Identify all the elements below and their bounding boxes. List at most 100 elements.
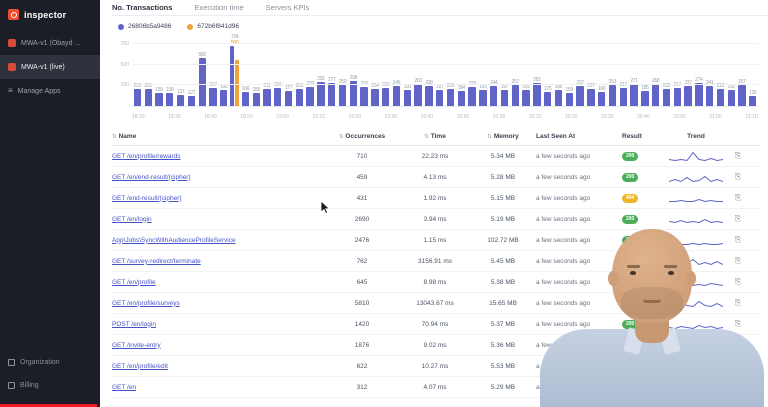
trend-sparkline [669, 365, 723, 370]
bar-26806b5a9486 [479, 90, 487, 106]
bar-26806b5a9486 [716, 89, 725, 106]
legend-26806b5a9486[interactable]: 26806b5a9486 [118, 23, 171, 30]
bar-26806b5a9486 [274, 88, 282, 106]
row-details-icon[interactable]: ⎘ [735, 319, 741, 328]
result-badge: 200 [622, 298, 639, 308]
row-details-icon[interactable]: ⎘ [735, 277, 741, 286]
row-details-icon[interactable]: ⎘ [735, 214, 741, 223]
table-row: GET /end-result/{cipher} 431 1.92 ms 5.15 M… [112, 188, 760, 209]
tab-servers-kpis[interactable]: Servers KPIs [266, 3, 310, 12]
transaction-link[interactable]: GET /en/profile/edit [112, 363, 168, 370]
trend-sparkline [669, 218, 723, 223]
row-details-icon[interactable]: ⎘ [735, 256, 741, 265]
bar-26806b5a9486 [220, 90, 228, 106]
sidebar-item-organization[interactable]: Organization [0, 351, 100, 374]
transaction-link[interactable]: GET /survey-redirect/terminate [112, 258, 201, 265]
mouse-cursor-icon [320, 200, 331, 215]
chart-x-axis: 18:20 18:30 18:40 18:50 19:00 19:10 19:20 19:30… [132, 114, 758, 120]
bar-slot: 201 [143, 40, 154, 106]
transaction-link[interactable]: POST /en/login [112, 321, 156, 328]
x-axis-tick-label: 21:00 [709, 114, 722, 120]
transaction-link[interactable]: GET /en/profile [112, 279, 156, 286]
transaction-link[interactable]: GET /en/profile/surveys [112, 300, 180, 307]
bar-slot: 217 [672, 40, 683, 106]
bar-slot: 196 [553, 40, 564, 106]
x-axis-tick-label: 19:10 [312, 114, 325, 120]
column-header-memory[interactable]: ⇅ Memory [470, 133, 536, 140]
tab-no-transactions[interactable]: No. Transactions [112, 3, 172, 12]
bar-26806b5a9486 [338, 85, 347, 106]
last-seen-cell: a few seconds ago [536, 278, 591, 286]
sidebar-item-manage-apps[interactable]: ≡ Manage Apps [0, 79, 100, 103]
bar-26806b5a9486 [414, 84, 422, 106]
legend-label: 26806b5a9486 [128, 23, 172, 30]
transaction-link[interactable]: GET /en/login [112, 216, 152, 223]
row-details-icon[interactable]: ⎘ [735, 298, 741, 307]
last-seen-cell: a few seconds ago [536, 299, 591, 307]
bar-slot: 126 [747, 40, 758, 106]
sort-icon: ⇅ [424, 133, 429, 140]
row-details-icon[interactable]: ⎘ [735, 193, 741, 202]
column-header-label: Memory [493, 133, 519, 140]
transaction-link[interactable]: App\Jobs\SyncWithAudienceProfileService [112, 237, 236, 244]
row-details-icon[interactable]: ⎘ [735, 382, 741, 391]
bar-slot: 166 [240, 40, 251, 106]
bar-slot: 197 [434, 40, 445, 106]
memory-cell: 5.37 MB [490, 320, 516, 328]
tab-execution-time[interactable]: Execution time [194, 3, 243, 12]
bar-26806b5a9486 [144, 89, 152, 106]
occurrences-cell: 622 [356, 362, 368, 370]
sidebar-item-label: Organization [20, 359, 60, 366]
trend-sparkline [669, 324, 723, 329]
last-seen-cell: a few seconds ago [536, 236, 591, 244]
transaction-link[interactable]: GET /en/end-result/{cipher} [112, 174, 191, 181]
trend-sparkline [669, 151, 723, 161]
column-header-time[interactable]: ⇅ Time [400, 133, 470, 140]
column-header-occurrences[interactable]: ⇅ Occurrences [324, 133, 400, 140]
bar-26806b5a9486 [176, 95, 185, 106]
row-details-icon[interactable]: ⎘ [735, 172, 741, 181]
app-icon [8, 39, 16, 47]
row-details-icon[interactable]: ⎘ [735, 340, 741, 349]
occurrences-cell: 762 [356, 257, 368, 265]
bar-slot: 244 [488, 40, 499, 106]
last-seen-cell: a few seconds ago [536, 362, 591, 370]
sidebar-item-label: MWA-v1 (Obayd ... [21, 39, 81, 47]
bar-slot: 202 [661, 40, 672, 106]
bar-26806b5a9486 [630, 84, 638, 106]
bar-26806b5a9486 [446, 89, 455, 106]
legend-672b6f841d96[interactable]: 672b6f841d96 [187, 23, 239, 30]
transaction-link[interactable]: GET /end-result/{cipher} [112, 195, 182, 202]
bar-slot: 193 [402, 40, 413, 106]
bar-26806b5a9486 [392, 86, 401, 106]
row-details-icon[interactable]: ⎘ [735, 235, 741, 244]
memory-cell: 5.28 MB [490, 173, 516, 181]
transaction-link[interactable]: GET /en [112, 384, 136, 391]
sidebar-item-billing[interactable]: Billing [0, 374, 100, 397]
bar-slot: 159 [564, 40, 575, 106]
x-axis-tick-label: 18:50 [240, 114, 253, 120]
bar-slot: 298 [348, 40, 359, 106]
row-details-icon[interactable]: ⎘ [735, 361, 741, 370]
bar-26806b5a9486 [166, 93, 174, 106]
memory-cell: 5.45 MB [490, 257, 516, 265]
column-header-name[interactable]: ⇅ Name [112, 133, 324, 140]
transaction-link[interactable]: GET /invite-entry [112, 342, 161, 349]
x-axis-tick-label: 19:00 [276, 114, 289, 120]
bar-26806b5a9486 [317, 82, 325, 106]
bar-slot: 184 [456, 40, 467, 106]
bar-26806b5a9486 [328, 83, 336, 106]
transaction-link[interactable]: GET /en/profile/rewards [112, 153, 181, 160]
table-row: GET /en/profile 645 8.98 ms 5.38 MB a few se… [112, 272, 760, 293]
bar-26806b5a9486 [436, 90, 444, 106]
bar-slot: 177 [283, 40, 294, 106]
billing-icon [8, 382, 15, 389]
trend-sparkline [669, 175, 723, 182]
bar-slot: 207 [585, 40, 596, 106]
x-axis-tick-label: 20:20 [564, 114, 578, 120]
row-details-icon[interactable]: ⎘ [735, 151, 741, 160]
sidebar-item-mwa-v1-live[interactable]: MWA-v1 (live) [0, 55, 100, 79]
memory-cell: 5.38 MB [490, 278, 516, 286]
sidebar-item-mwa-v1-obayd[interactable]: MWA-v1 (Obayd ... [0, 31, 100, 55]
bar-slot: 203 [294, 40, 305, 106]
